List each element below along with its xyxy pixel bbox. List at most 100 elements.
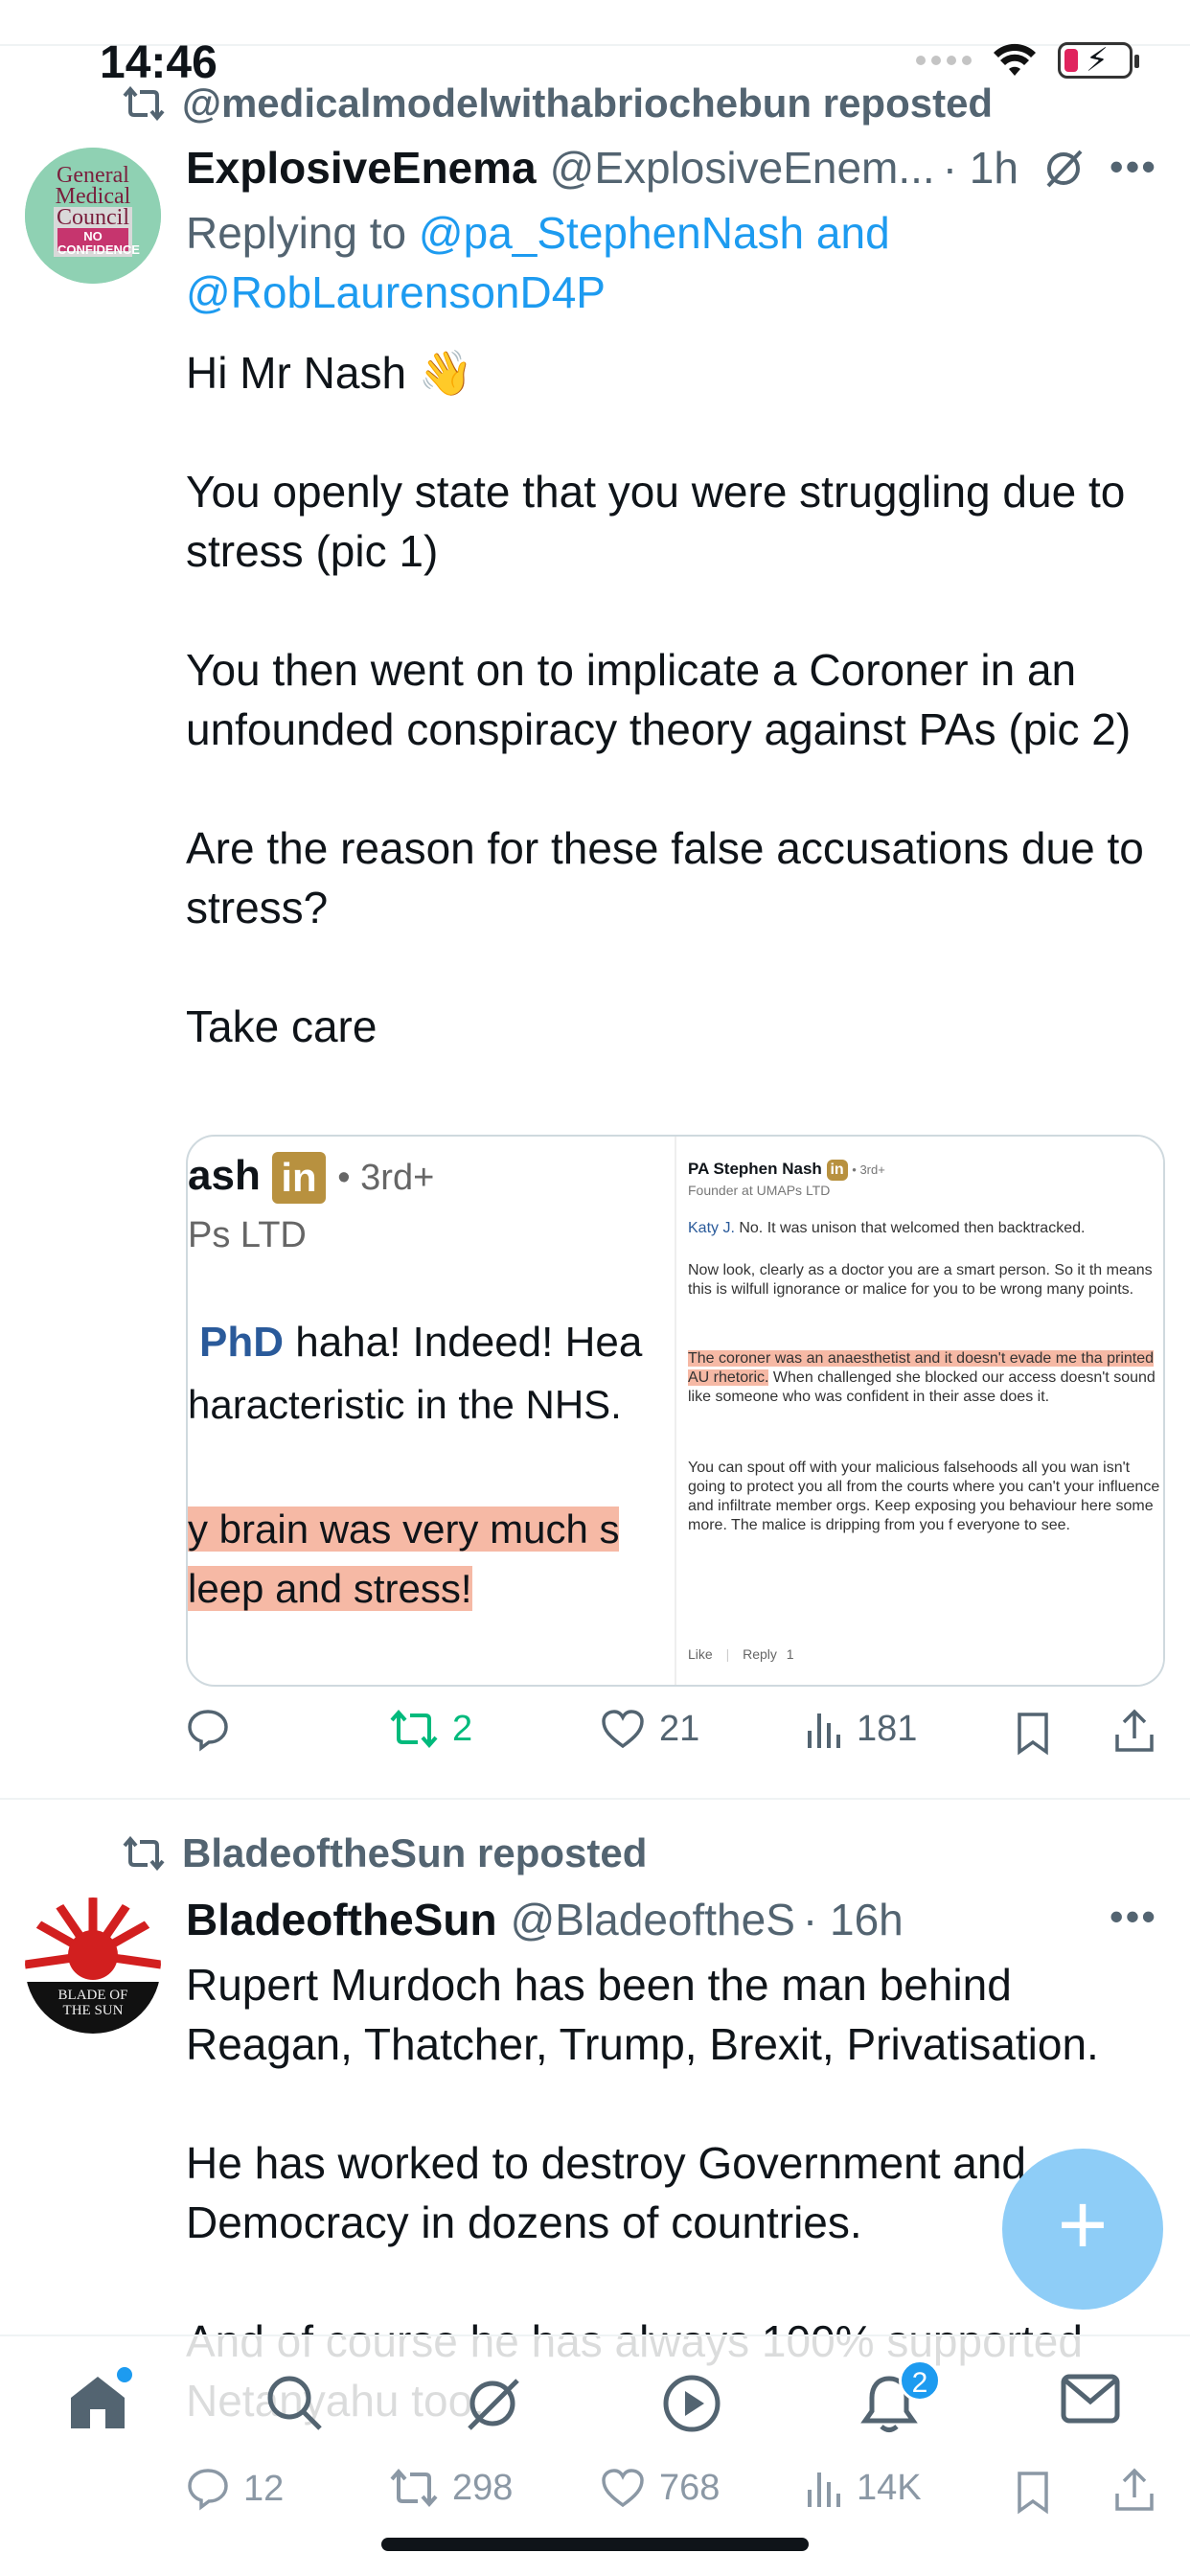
views-icon [808,2472,840,2507]
repost-icon [123,86,165,121]
compose-button[interactable]: + [1002,2149,1163,2310]
linkedin-company: Ps LTD [188,1215,307,1255]
comment-line-2: haracteristic in the NHS. [188,1382,622,1427]
repost-button[interactable]: 2 [389,1708,472,1750]
bookmark-icon[interactable] [1016,2471,1050,2515]
linkedin-title: Founder at UMAPs LTD [688,1183,831,1198]
repost-button[interactable]: 298 [389,2467,513,2509]
timestamp[interactable]: · 16h [803,1894,904,1945]
play-icon [663,2375,721,2432]
heart-icon [602,1710,644,1749]
like-link: Like [688,1646,713,1662]
reply-user-1[interactable]: @pa_StephenNash [419,208,804,258]
more-options-icon[interactable]: ••• [1110,144,1157,190]
like-button[interactable]: 768 [600,2467,720,2509]
comment-p4: You can spout off with your malicious fa… [688,1460,1160,1533]
linkedin-degree: • 3rd+ [337,1158,435,1198]
media-image-2[interactable]: PA Stephen Nash in • 3rd+ Founder at UMA… [675,1137,1163,1685]
views-button[interactable]: 181 [805,1708,917,1750]
share-icon[interactable] [1113,2467,1156,2513]
views-icon [808,1714,840,1748]
linkedin-name-fragment: ash [188,1152,261,1199]
paragraph: Take care [186,1001,378,1051]
reply-button[interactable] [186,1708,243,1752]
tweet-header: ExplosiveEnema @ExplosiveEnem... · 1h [186,142,1018,194]
nav-messages[interactable] [1060,2373,1121,2429]
unread-dot [117,2367,132,2382]
linkedin-name: PA Stephen Nash [688,1160,822,1178]
nav-notifications[interactable]: 2 [860,2359,941,2439]
comment-line-1: haha! Indeed! Hea [284,1319,643,1366]
tweet-actions: 2 21 181 [186,1708,1161,1765]
repost-label: BladeoftheSun reposted [182,1830,648,1875]
avatar-label: BLADE OF THE SUN [57,1988,128,2018]
handle[interactable]: @ExplosiveEnem... [550,142,935,194]
view-count: 14K [857,2467,922,2508]
repost-label: @medicalmodelwithabriochebun reposted [182,80,994,126]
paragraph: Rupert Murdoch has been the man behind R… [186,1960,1099,2069]
bookmark-icon[interactable] [1016,1712,1050,1756]
repost-count: 2 [452,1708,473,1749]
reply-icon [188,2469,228,2511]
grok-icon[interactable] [1041,146,1087,192]
paragraph: Hi Mr Nash 👋 [186,348,474,398]
display-name[interactable]: BladeoftheSun [186,1894,497,1945]
more-options-icon[interactable]: ••• [1110,1894,1157,1940]
avatar-label: General Medical Council [55,163,131,230]
reply-icon [188,1710,228,1752]
heart-icon [602,2469,644,2508]
avatar[interactable]: BLADE OF THE SUN [25,1898,161,2034]
linkedin-degree: • 3rd+ [852,1162,885,1177]
like-button[interactable]: 21 [600,1708,699,1750]
handle[interactable]: @BladeoftheS [511,1894,795,1945]
repost-indicator[interactable]: @medicalmodelwithabriochebun reposted [123,80,993,126]
display-name[interactable]: ExplosiveEnema [186,142,537,194]
paragraph: You openly state that you were strugglin… [186,467,1126,576]
tweet-1[interactable]: @medicalmodelwithabriochebun reposted Ge… [0,0,1190,1802]
home-icon [71,2377,125,2428]
grok-icon [468,2379,519,2430]
reply-user-2[interactable]: @RobLaurensonD4P [186,267,606,317]
mention-bold: PhD [199,1319,284,1366]
avatar-stamp: NO CONFIDENCE [57,229,140,257]
search-icon [267,2376,322,2430]
paragraph: Are the reason for these false accusatio… [186,823,1144,932]
comment-p1: No. It was unison that welcomed then bac… [734,1220,1086,1236]
timestamp[interactable]: · 1h [943,142,1018,194]
paragraph: You then went on to implicate a Coroner … [186,645,1132,754]
nav-search[interactable] [264,2373,324,2437]
replying-to: Replying to @pa_StephenNash and @RobLaur… [186,203,890,322]
repost-count: 298 [452,2467,514,2508]
repost-icon [123,1836,165,1871]
like-count: 768 [659,2467,721,2508]
nav-home[interactable] [67,2367,132,2435]
views-button[interactable]: 14K [805,2467,922,2509]
tweet-text: Hi Mr Nash 👋 You openly state that you w… [186,343,1154,1056]
tweet-media[interactable]: ash in • 3rd+ Ps LTD PhD haha! Indeed! H… [186,1135,1165,1687]
highlighted-line-1: y brain was very much s [188,1506,620,1552]
media-image-1[interactable]: ash in • 3rd+ Ps LTD PhD haha! Indeed! H… [188,1137,673,1685]
reply-count: 1 [786,1646,794,1662]
like-count: 21 [659,1708,700,1749]
reply-link: Reply [743,1646,777,1662]
linkedin-icon: in [272,1152,327,1205]
home-indicator [381,2538,809,2551]
repost-icon [390,1709,438,1749]
share-icon[interactable] [1113,1708,1156,1754]
nav-grok[interactable] [462,2373,523,2439]
repost-indicator[interactable]: BladeoftheSun reposted [123,1830,647,1876]
mail-icon [1061,2374,1120,2424]
nav-video[interactable] [661,2373,722,2439]
avatar[interactable]: General Medical Council NO CONFIDENCE [25,148,161,284]
repost-icon [390,2468,438,2508]
reply-and: and [804,208,890,258]
highlighted-line-2: leep and stress! [188,1566,472,1611]
reply-count: 12 [243,2468,285,2509]
reply-button[interactable]: 12 [186,2467,284,2511]
linkedin-icon: in [826,1160,848,1181]
tweet-divider [0,1798,1190,1800]
mention: Katy J. [688,1220,735,1236]
reply-prefix: Replying to [186,208,419,258]
tweet-2-actions: 12 298 768 14K [186,2467,1161,2524]
comment-p2: Now look, clearly as a doctor you are a … [688,1262,1153,1298]
